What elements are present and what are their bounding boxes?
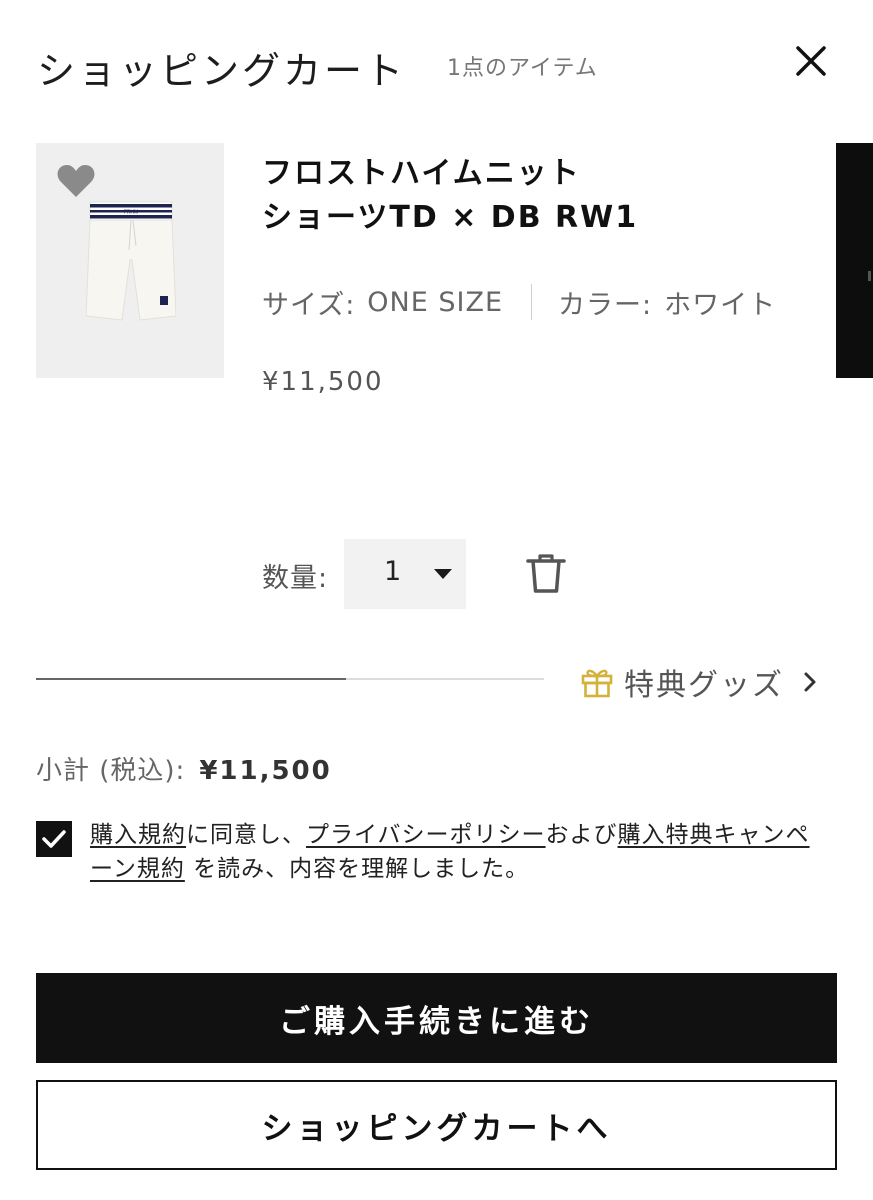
bonus-progress-bar	[36, 678, 544, 680]
purchase-terms-link[interactable]: 購入規約	[90, 822, 186, 848]
subtotal-value: ¥11,500	[199, 756, 332, 786]
heart-icon	[57, 164, 95, 197]
product-name[interactable]: フロストハイムニット ショーツTD × DB RW1	[262, 152, 802, 240]
bonus-goods-link[interactable]: 特典グッズ	[580, 660, 818, 704]
trash-icon	[526, 554, 566, 593]
close-icon	[796, 46, 826, 76]
product-price: ¥11,500	[262, 367, 384, 397]
attribute-divider	[531, 284, 533, 320]
side-panel-mark	[868, 271, 871, 281]
agreement-checkbox[interactable]	[36, 821, 72, 857]
quantity-label: 数量:	[262, 563, 329, 594]
product-image[interactable]: FRHM	[36, 143, 224, 378]
bonus-goods-label: 特典グッズ	[624, 668, 784, 703]
item-count: 1点のアイテム	[447, 56, 598, 81]
view-cart-button[interactable]: ショッピングカートへ	[36, 1080, 837, 1170]
product-attributes: サイズ: ONE SIZE カラー: ホワイト	[262, 282, 776, 322]
side-panel	[836, 143, 873, 378]
cart-title: ショッピングカート	[37, 49, 407, 93]
checkmark-icon	[42, 830, 66, 848]
agreement-text-3: を読み、内容を理解しました。	[184, 856, 530, 882]
agreement-text-2: および	[545, 822, 618, 848]
size-value: ONE SIZE	[367, 286, 504, 318]
quantity-select[interactable]: 1	[344, 539, 466, 609]
delete-item-button[interactable]	[525, 552, 567, 596]
privacy-policy-link[interactable]: プライバシーポリシー	[306, 822, 546, 848]
agreement-text: 購入規約に同意し、プライバシーポリシーおよび購入特典キャンペーン規約 を読み、内…	[90, 818, 830, 886]
waistband-print: FRHM	[124, 210, 138, 216]
color-label: カラー:	[558, 289, 653, 321]
gift-icon	[581, 669, 613, 698]
subtotal-label: 小計 (税込):	[36, 756, 186, 786]
caret-down-icon	[434, 569, 452, 579]
color-value: ホワイト	[664, 289, 777, 321]
shorts-illustration: FRHM	[85, 198, 177, 328]
close-button[interactable]	[790, 40, 832, 82]
quantity-value: 1	[384, 556, 402, 587]
favorite-button[interactable]	[56, 163, 96, 199]
agreement-text-1: に同意し、	[186, 822, 306, 848]
bonus-progress-fill	[36, 678, 346, 680]
checkout-button[interactable]: ご購入手続きに進む	[36, 973, 837, 1063]
product-name-text: フロストハイムニット ショーツTD × DB RW1	[262, 156, 639, 235]
subtotal: 小計 (税込): ¥11,500	[36, 750, 332, 787]
size-label: サイズ:	[262, 289, 356, 321]
chevron-right-icon	[804, 672, 816, 692]
